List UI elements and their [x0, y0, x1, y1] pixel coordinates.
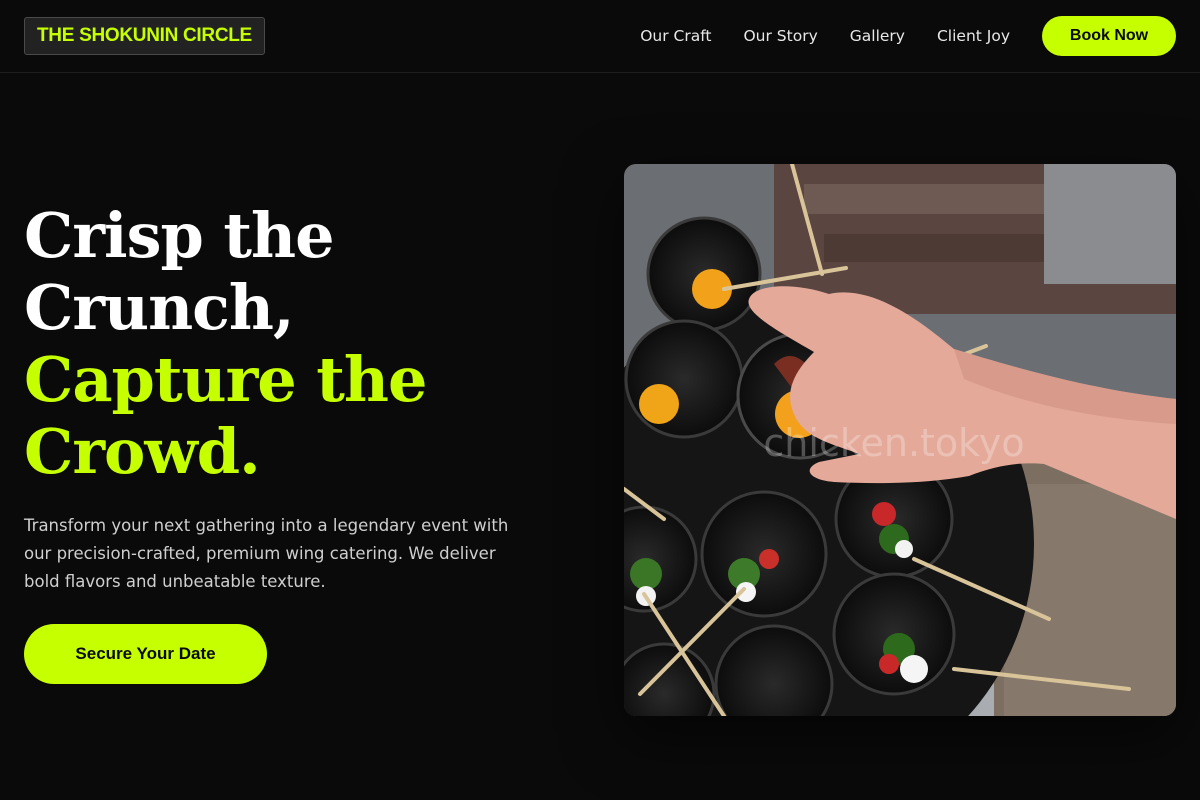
headline-accent-line-2: Crowd.: [24, 415, 261, 488]
hero-section: Crisp the Crunch, Capture the Crowd. Tra…: [24, 200, 584, 596]
nav-link-client-joy[interactable]: Client Joy: [937, 27, 1010, 45]
catering-photo: chicken.tokyo: [624, 164, 1176, 716]
book-now-button[interactable]: Book Now: [1042, 16, 1176, 56]
hero-description: Transform your next gathering into a leg…: [24, 516, 509, 591]
secure-your-date-button[interactable]: Secure Your Date: [24, 624, 267, 684]
headline-accent-line-1: Capture the: [24, 343, 427, 416]
site-header: THE SHOKUNIN CIRCLE Our Craft Our Story …: [0, 0, 1200, 73]
photo-watermark: chicken.tokyo: [763, 421, 1024, 465]
main-nav: Our Craft Our Story Gallery Client Joy B…: [640, 16, 1176, 56]
hero-photo: chicken.tokyo: [624, 164, 1176, 716]
nav-link-our-craft[interactable]: Our Craft: [640, 27, 711, 45]
nav-link-our-story[interactable]: Our Story: [743, 27, 817, 45]
headline-line-1: Crisp the: [24, 199, 335, 272]
hero-headline: Crisp the Crunch, Capture the Crowd.: [24, 200, 584, 488]
logo[interactable]: THE SHOKUNIN CIRCLE: [24, 17, 265, 55]
nav-link-gallery[interactable]: Gallery: [850, 27, 905, 45]
headline-line-2: Crunch,: [24, 271, 295, 344]
